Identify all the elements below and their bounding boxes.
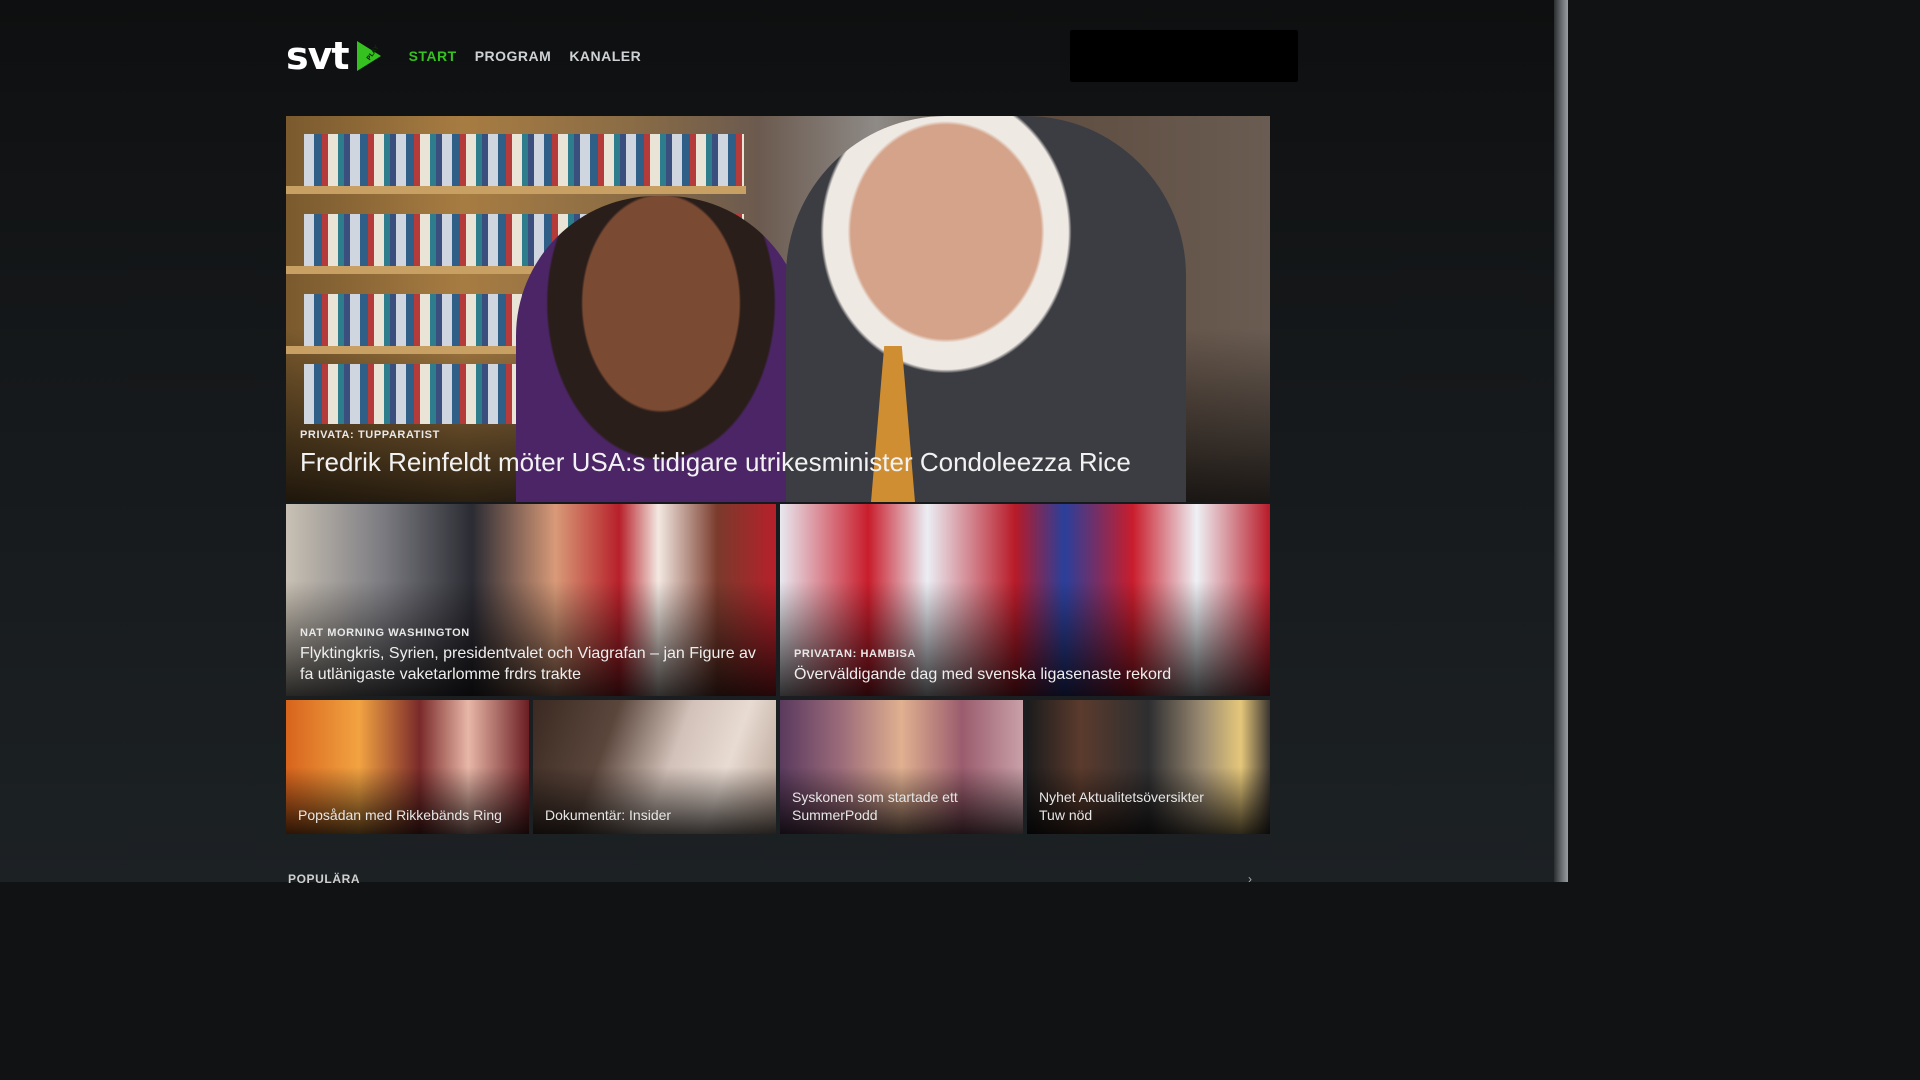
card-kicker: NAT MORNING WASHINGTON [300,626,470,639]
card-caption: PRIVATAN: HAMBISA Överväldigande dag med… [794,648,1256,686]
card-caption: Popsådan med Rikkebänds Ring [298,806,519,824]
nav-item-kanaler[interactable]: KANALER [569,48,641,64]
card-title: Syskonen som startade ett SummerPodd [792,788,958,823]
bookshelf-books [304,134,744,186]
card-kicker: PRIVATAN: HAMBISA [794,648,917,661]
card-caption: Syskonen som startade ett SummerPodd [792,788,1013,824]
card-title: Popsådan med Rikkebänds Ring [298,806,502,823]
page-scrollbar[interactable] [1554,0,1568,882]
program-card[interactable]: Nyhet Aktualitetsöversikter Tuw nöd [1027,700,1270,834]
featured-card-hockey[interactable]: PRIVATAN: HAMBISA Överväldigande dag med… [780,504,1270,696]
card-title: Flyktingkris, Syrien, presidentvalet och… [300,644,756,684]
hero-title[interactable]: Fredrik Reinfeldt möter USA:s tidigare u… [300,447,1250,478]
featured-card-washington[interactable]: NAT MORNING WASHINGTON Flyktingkris, Syr… [286,504,776,696]
program-card[interactable]: Dokumentär: Insider [533,700,776,834]
card-caption: NAT MORNING WASHINGTON Flyktingkris, Syr… [300,627,762,686]
card-title: Nyhet Aktualitetsöversikter [1039,788,1204,805]
section-next-icon[interactable]: › [1248,872,1252,886]
hero-caption: PRIVATA: TUPPARATIST Fredrik Reinfeldt m… [300,429,1250,478]
search-box[interactable] [1070,30,1298,82]
card-caption: Nyhet Aktualitetsöversikter Tuw nöd [1039,788,1260,824]
play-badge-icon: PLAY [355,39,383,73]
nav-item-start[interactable]: START [409,48,457,64]
card-title: Dokumentär: Insider [545,806,672,823]
hero-kicker: PRIVATA: TUPPARATIST [300,429,440,441]
card-caption: Dokumentär: Insider [545,806,766,824]
section-heading: POPULÄRA [288,872,361,886]
featured-row: NAT MORNING WASHINGTON Flyktingkris, Syr… [286,504,1270,696]
program-card[interactable]: Popsådan med Rikkebänds Ring [286,700,529,834]
logo-text: svt [286,34,350,78]
nav-item-program[interactable]: PROGRAM [475,48,552,64]
page: svt PLAY START PROGRAM KANALER PRIVATA: … [0,0,1568,886]
main-nav: START PROGRAM KANALER [409,48,642,64]
program-card[interactable]: Syskonen som startade ett SummerPodd [780,700,1023,834]
card-title: Överväldigande dag med svenska ligasenas… [794,666,1172,684]
hero-card[interactable]: PRIVATA: TUPPARATIST Fredrik Reinfeldt m… [286,116,1270,502]
card-subtitle: Tuw nöd [1039,806,1093,823]
site-header: svt PLAY START PROGRAM KANALER [286,30,1298,82]
program-grid: Popsådan med Rikkebänds Ring Dokumentär:… [286,700,1270,834]
bookshelf-board [286,186,746,194]
svt-play-logo[interactable]: svt PLAY [286,37,383,75]
